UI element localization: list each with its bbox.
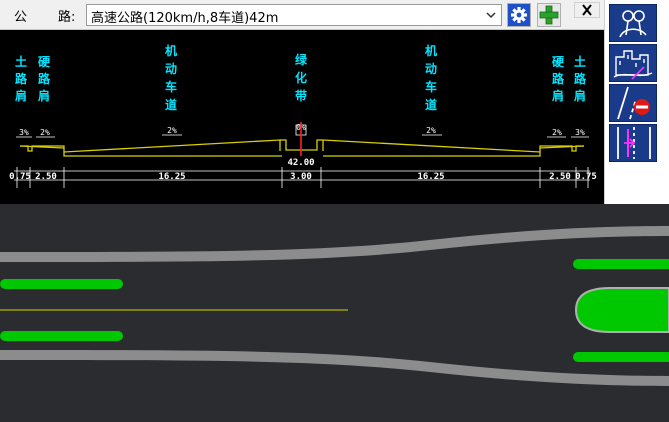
label-right-hard-3: 肩 bbox=[552, 88, 564, 103]
plan-drawing bbox=[0, 226, 669, 386]
road-type-select[interactable]: 高速公路(120km/h,8车道)42m bbox=[86, 4, 502, 26]
interchange-icon bbox=[619, 10, 647, 38]
no-entry-lane-tool-button[interactable] bbox=[609, 84, 657, 122]
road-label-suffix: 路: bbox=[58, 10, 76, 25]
label-median-1: 绿 bbox=[295, 52, 308, 67]
label-right-earth-2: 路 bbox=[574, 71, 587, 86]
chevron-down-icon bbox=[486, 12, 496, 19]
label-right-lane-1: 机 bbox=[425, 43, 437, 58]
slope-right-earth: 3% bbox=[575, 128, 585, 137]
label-right-hard-2: 路 bbox=[552, 71, 565, 86]
road-profile bbox=[19, 139, 585, 157]
road-type-value: 高速公路(120km/h,8车道)42m bbox=[91, 11, 279, 26]
interchange-tool-button[interactable] bbox=[609, 4, 657, 42]
close-button[interactable] bbox=[574, 2, 600, 18]
dim-left-lanes: 16.25 bbox=[158, 172, 185, 182]
road-toolbar: 公 路: 高速公路(120km/h,8车道)42m bbox=[0, 0, 604, 30]
tool-panel bbox=[604, 0, 669, 204]
dim-right-lanes: 16.25 bbox=[417, 172, 444, 182]
cross-section-drawing: 土 路 肩 硬 路 肩 机 动 车 道 绿 化 带 机 动 车 道 硬 路 肩 … bbox=[9, 43, 597, 188]
slope-right-hard: 2% bbox=[552, 128, 562, 137]
no-entry-lane-icon bbox=[617, 86, 650, 120]
slope-left-earth: 3% bbox=[19, 128, 29, 137]
dim-left-outer: 0.75 bbox=[9, 172, 31, 182]
total-width: 42.00 bbox=[287, 158, 314, 168]
label-left-lane-4: 道 bbox=[165, 97, 177, 112]
label-left-earth-1: 土 bbox=[15, 54, 27, 69]
plus-icon bbox=[539, 5, 559, 25]
label-left-earth-2: 路 bbox=[15, 71, 28, 86]
add-button[interactable] bbox=[537, 3, 561, 27]
label-left-earth-3: 肩 bbox=[15, 88, 27, 103]
slope-right-lane: 2% bbox=[426, 126, 436, 135]
dim-median: 3.00 bbox=[290, 172, 312, 182]
lane-marking-icon bbox=[617, 127, 651, 159]
label-left-lane-1: 机 bbox=[165, 43, 177, 58]
settings-button[interactable] bbox=[507, 3, 531, 27]
dim-left-shoulder: 2.50 bbox=[35, 172, 57, 182]
building-tool-button[interactable] bbox=[609, 44, 657, 82]
slope-left-lane: 2% bbox=[167, 126, 177, 135]
label-right-lane-2: 动 bbox=[425, 62, 437, 76]
label-left-lane-3: 车 bbox=[165, 79, 177, 94]
building-icon bbox=[613, 50, 653, 80]
label-right-earth-1: 土 bbox=[574, 54, 586, 69]
label-right-lane-4: 道 bbox=[425, 97, 437, 112]
lane-marking-tool-button[interactable] bbox=[609, 124, 657, 162]
dim-right-shoulder: 2.50 bbox=[549, 172, 571, 182]
label-right-hard-1: 硬 bbox=[552, 55, 565, 69]
label-median-3: 带 bbox=[295, 88, 307, 103]
label-right-earth-3: 肩 bbox=[574, 88, 586, 103]
gear-icon bbox=[508, 4, 530, 26]
cross-section-panel: 土 路 肩 硬 路 肩 机 动 车 道 绿 化 带 机 动 车 道 硬 路 肩 … bbox=[0, 30, 604, 204]
label-left-hard-2: 路 bbox=[38, 71, 51, 86]
dim-right-outer: 0.75 bbox=[575, 172, 597, 182]
road-label: 公 bbox=[14, 10, 28, 25]
label-right-lane-3: 车 bbox=[425, 79, 437, 94]
label-left-hard-3: 肩 bbox=[38, 88, 50, 103]
label-median-2: 化 bbox=[295, 70, 307, 85]
plan-view[interactable] bbox=[0, 204, 669, 422]
close-icon bbox=[582, 4, 592, 16]
label-left-hard-1: 硬 bbox=[38, 55, 51, 69]
slope-left-hard: 2% bbox=[40, 128, 50, 137]
label-left-lane-2: 动 bbox=[165, 62, 177, 76]
